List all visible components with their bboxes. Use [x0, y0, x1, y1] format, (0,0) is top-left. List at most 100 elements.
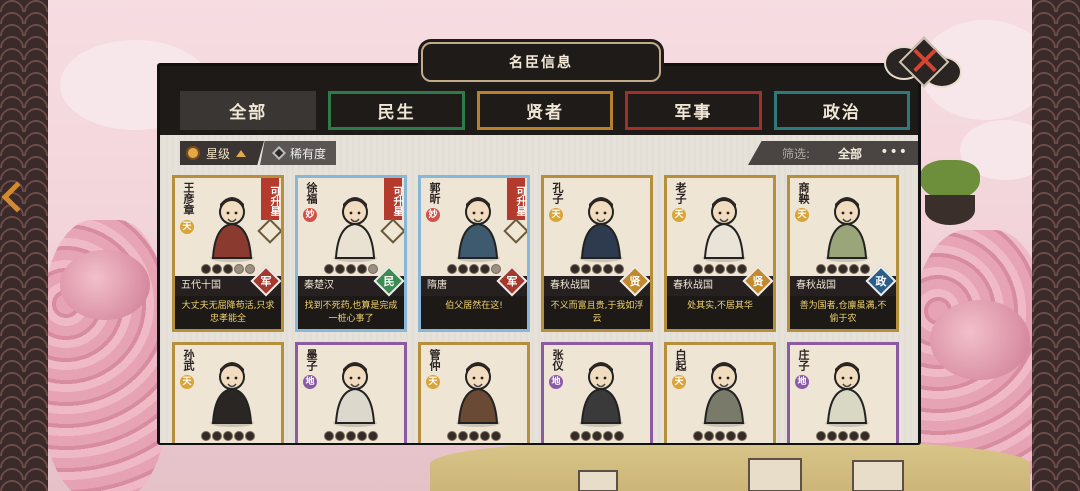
- minister-card[interactable]: 老子天春秋战国贤处其实,不居其华: [664, 175, 776, 332]
- role-type-label: 贤: [629, 275, 641, 288]
- grade-badge: 天: [180, 375, 194, 389]
- minister-card[interactable]: 墨子地: [295, 342, 407, 443]
- sort-bar: 星级 稀有度: [180, 141, 337, 165]
- star-icon: [726, 431, 736, 441]
- role-type-label: 民: [383, 275, 395, 288]
- sort-by-star-button[interactable]: 星级: [180, 141, 265, 165]
- minister-portrait: [579, 362, 623, 427]
- minister-portrait: [825, 197, 869, 262]
- minister-quote: 伯父居然在这!: [421, 296, 527, 329]
- floating-island-rock: [925, 195, 975, 225]
- minister-name: 老子: [674, 182, 687, 204]
- grade-badge: 天: [549, 208, 563, 222]
- star-icon: [223, 431, 233, 441]
- star-rating: [421, 431, 527, 441]
- star-grade-flower-icon: [186, 146, 200, 160]
- sort-by-rarity-button[interactable]: 稀有度: [260, 141, 337, 165]
- star-icon: [614, 264, 624, 274]
- minister-name: 郭昕: [428, 182, 441, 204]
- close-icon[interactable]: ✕: [907, 40, 943, 84]
- minister-card-grid: 王彦章天可升星 五代十国军大丈夫无屈降苟活,只求忠孝能全 徐福妙可升星 秦楚汉民找到不…: [172, 175, 899, 443]
- minister-card[interactable]: 孔子天春秋战国贤不义而富且贵,于我如浮云: [541, 175, 653, 332]
- star-rating: [175, 431, 281, 441]
- star-icon: [245, 264, 255, 274]
- minister-card[interactable]: 孙武天: [172, 342, 284, 443]
- star-icon: [324, 431, 334, 441]
- star-icon: [827, 431, 837, 441]
- star-icon: [357, 264, 367, 274]
- star-icon: [346, 264, 356, 274]
- star-icon: [469, 431, 479, 441]
- minister-portrait: [210, 362, 254, 427]
- town-building: [852, 460, 904, 491]
- filter-value[interactable]: 全部: [838, 145, 862, 162]
- filter-bar[interactable]: 筛选: 全部 •••: [748, 141, 918, 165]
- star-icon: [491, 264, 501, 274]
- tab-3[interactable]: 军事: [625, 91, 762, 130]
- star-rating: [667, 431, 773, 441]
- minister-name: 徐福: [305, 182, 318, 204]
- star-icon: [447, 264, 457, 274]
- star-icon: [324, 264, 334, 274]
- minister-name: 王彦章: [182, 182, 195, 215]
- tab-0[interactable]: 全部: [180, 91, 317, 130]
- more-options-icon[interactable]: •••: [880, 144, 908, 160]
- star-icon: [704, 264, 714, 274]
- star-icon: [447, 431, 457, 441]
- minister-portrait: [702, 197, 746, 262]
- star-rating: [298, 431, 404, 441]
- star-icon: [849, 431, 859, 441]
- minister-card[interactable]: 白起天: [664, 342, 776, 443]
- minister-name: 孔子: [551, 182, 564, 204]
- minister-card[interactable]: 商鞅天春秋战国政善为国者,仓廪虽满,不偷于农: [787, 175, 899, 332]
- star-icon: [357, 431, 367, 441]
- minister-card[interactable]: 王彦章天可升星 五代十国军大丈夫无屈降苟活,只求忠孝能全: [172, 175, 284, 332]
- star-icon: [838, 431, 848, 441]
- minister-card[interactable]: 郭昕妙可升星 隋唐军伯父居然在这!: [418, 175, 530, 332]
- minister-name: 商鞅: [797, 182, 810, 204]
- star-icon: [693, 431, 703, 441]
- dialog-title-plate: 名臣信息: [421, 42, 661, 82]
- left-decorative-border: [0, 0, 48, 491]
- star-icon: [860, 264, 870, 274]
- close-button[interactable]: ✕: [884, 36, 962, 94]
- star-icon: [480, 431, 490, 441]
- minister-card[interactable]: 管仲天: [418, 342, 530, 443]
- tab-4[interactable]: 政治: [773, 91, 911, 130]
- town-building: [578, 470, 618, 491]
- grade-badge: 妙: [426, 208, 440, 222]
- minister-card[interactable]: 庄子地: [787, 342, 899, 443]
- minister-card[interactable]: 张仪地: [541, 342, 653, 443]
- filter-label: 筛选:: [782, 146, 811, 161]
- tab-1[interactable]: 民生: [328, 91, 465, 130]
- town-building: [748, 458, 802, 491]
- star-icon: [827, 264, 837, 274]
- minister-name: 墨子: [305, 349, 318, 371]
- role-type-label: 政: [875, 275, 887, 288]
- minister-card[interactable]: 徐福妙可升星 秦楚汉民找到不死药,也算是完成一桩心事了: [295, 175, 407, 332]
- minister-name: 庄子: [797, 349, 810, 371]
- star-icon: [480, 264, 490, 274]
- tab-2[interactable]: 贤者: [476, 91, 614, 130]
- minister-list-panel: 星级 稀有度 筛选: 全部 ••• 王彦章天可升星 五代十国军大丈夫无屈降苟活,只…: [160, 135, 918, 443]
- star-icon: [458, 264, 468, 274]
- floating-island: [920, 160, 980, 200]
- star-rating: [544, 431, 650, 441]
- star-icon: [201, 431, 211, 441]
- minister-portrait: [579, 197, 623, 262]
- grade-badge: 地: [795, 375, 809, 389]
- role-type-label: 贤: [752, 275, 764, 288]
- star-icon: [581, 264, 591, 274]
- star-icon: [234, 264, 244, 274]
- star-icon: [838, 264, 848, 274]
- star-icon: [368, 431, 378, 441]
- star-icon: [704, 431, 714, 441]
- sort-secondary-label: 稀有度: [290, 146, 327, 161]
- star-icon: [603, 431, 613, 441]
- star-icon: [726, 264, 736, 274]
- star-icon: [570, 431, 580, 441]
- star-icon: [737, 264, 747, 274]
- star-icon: [614, 431, 624, 441]
- star-icon: [212, 431, 222, 441]
- star-icon: [592, 431, 602, 441]
